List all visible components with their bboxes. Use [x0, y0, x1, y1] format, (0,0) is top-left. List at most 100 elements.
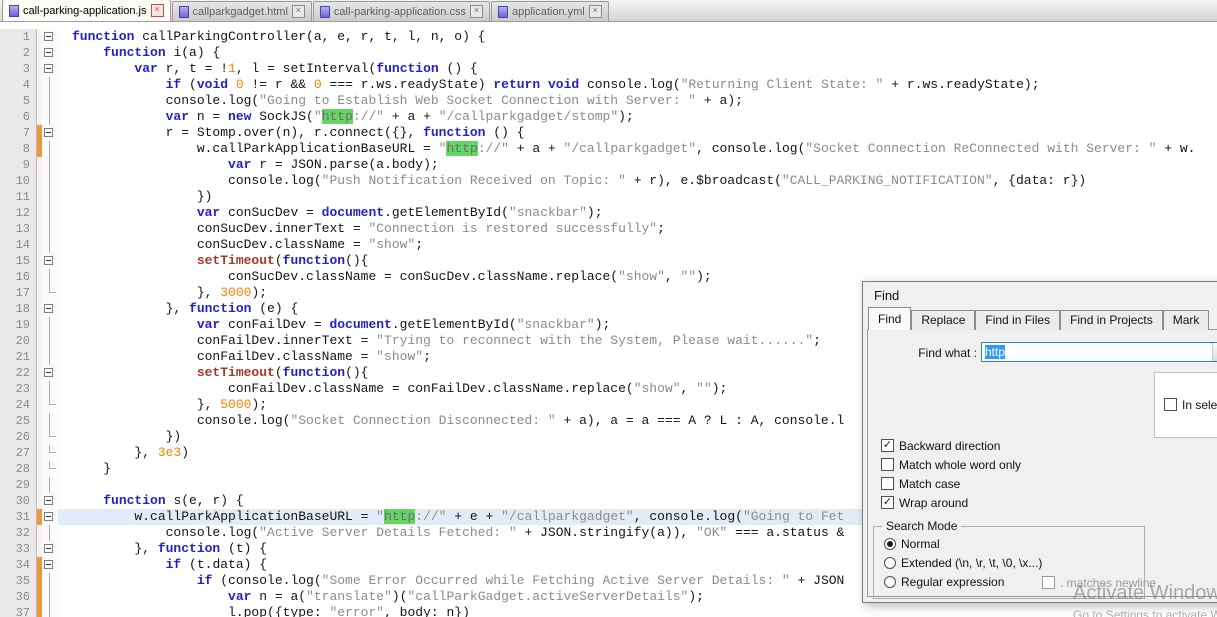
code-text[interactable]: var r = JSON.parse(a.body);	[58, 157, 1217, 173]
find-dialog-tab-mark[interactable]: Mark	[1163, 310, 1210, 330]
radio-button[interactable]	[884, 557, 896, 569]
code-text[interactable]: conSucDev.className = "show";	[58, 237, 1217, 253]
checkbox-box[interactable]	[881, 496, 894, 509]
find-dialog-title: Find	[874, 288, 899, 303]
file-tab-call-parking-application-css[interactable]: call-parking-application.css ×	[313, 1, 490, 21]
code-line-1[interactable]: 1 function callParkingController(a, e, r,…	[0, 29, 1217, 45]
fold-collapse-icon[interactable]	[42, 541, 58, 557]
fold-margin	[42, 461, 58, 477]
find-dialog-tab-replace[interactable]: Replace	[911, 310, 975, 330]
tab-label: call-parking-application.js	[23, 5, 147, 17]
code-text[interactable]: console.log("Push Notification Received …	[58, 173, 1217, 189]
line-number: 32	[0, 525, 36, 541]
checkbox-backward-direction[interactable]: Backward direction	[881, 438, 1000, 453]
code-text[interactable]: w.callParkApplicationBaseURL = "http://"…	[58, 141, 1217, 157]
code-text[interactable]: })	[58, 189, 1217, 205]
search-match-highlight: http	[322, 109, 353, 124]
radio-normal[interactable]: Normal	[884, 537, 940, 551]
fold-collapse-icon[interactable]	[42, 301, 58, 317]
code-text[interactable]: var r, t = !1, l = setInterval(function …	[58, 61, 1217, 77]
find-dialog-tab-strip: Find Replace Find in Files Find in Proje…	[868, 310, 1209, 330]
code-text[interactable]: r = Stomp.over(n), r.connect({}, functio…	[58, 125, 1217, 141]
code-line-10[interactable]: 10 console.log("Push Notification Receiv…	[0, 173, 1217, 189]
code-line-13[interactable]: 13 conSucDev.innerText = "Connection is …	[0, 221, 1217, 237]
code-line-2[interactable]: 2 function i(a) {	[0, 45, 1217, 61]
fold-collapse-icon[interactable]	[42, 365, 58, 381]
checkbox-box[interactable]	[1164, 398, 1177, 411]
code-text[interactable]: var conSucDev = document.getElementById(…	[58, 205, 1217, 221]
code-text[interactable]: function callParkingController(a, e, r, …	[58, 29, 1217, 45]
code-text[interactable]: setTimeout(function(){	[58, 253, 1217, 269]
line-number: 29	[0, 477, 36, 493]
file-tab-application-yml[interactable]: application.yml ×	[491, 1, 609, 21]
code-line-9[interactable]: 9 var r = JSON.parse(a.body);	[0, 157, 1217, 173]
code-line-14[interactable]: 14 conSucDev.className = "show";	[0, 237, 1217, 253]
code-line-5[interactable]: 5 console.log("Going to Establish Web So…	[0, 93, 1217, 109]
code-line-37[interactable]: 37 l.pop({type: "error", body: n})	[0, 605, 1217, 617]
find-dialog-tab-find-in-files[interactable]: Find in Files	[975, 310, 1060, 330]
checkbox-label: Backward direction	[899, 439, 1000, 453]
code-text[interactable]: if (void 0 != r && 0 === r.ws.readyState…	[58, 77, 1217, 93]
close-tab-icon[interactable]: ×	[292, 5, 305, 18]
fold-collapse-icon[interactable]	[42, 493, 58, 509]
code-text[interactable]: conSucDev.innerText = "Connection is res…	[58, 221, 1217, 237]
radio-extended[interactable]: Extended (\n, \r, \t, \0, \x...)	[884, 556, 1042, 570]
line-number: 2	[0, 45, 36, 61]
code-line-12[interactable]: 12 var conSucDev = document.getElementBy…	[0, 205, 1217, 221]
close-tab-icon[interactable]: ×	[470, 5, 483, 18]
line-number: 10	[0, 173, 36, 189]
combo-dropdown-icon[interactable]: ▼	[1212, 343, 1217, 361]
fold-margin	[42, 605, 58, 617]
fold-collapse-icon[interactable]	[42, 29, 58, 45]
fold-margin	[42, 413, 58, 429]
fold-margin	[42, 269, 58, 285]
radio-regular-expression[interactable]: Regular expression	[884, 575, 1004, 589]
checkbox-match-case[interactable]: Match case	[881, 476, 960, 491]
checkbox-wrap-around[interactable]: Wrap around	[881, 495, 968, 510]
fold-collapse-icon[interactable]	[42, 45, 58, 61]
code-line-15[interactable]: 15 setTimeout(function(){	[0, 253, 1217, 269]
close-tab-icon[interactable]: ×	[151, 4, 164, 17]
fold-collapse-icon[interactable]	[42, 557, 58, 573]
radio-button[interactable]	[884, 538, 896, 550]
fold-collapse-icon[interactable]	[42, 61, 58, 77]
code-text[interactable]: function i(a) {	[58, 45, 1217, 61]
line-number: 24	[0, 397, 36, 413]
fold-margin	[42, 93, 58, 109]
fold-margin	[42, 445, 58, 461]
code-line-4[interactable]: 4 if (void 0 != r && 0 === r.ws.readySta…	[0, 77, 1217, 93]
fold-margin	[42, 109, 58, 125]
fold-collapse-icon[interactable]	[42, 125, 58, 141]
fold-collapse-icon[interactable]	[42, 509, 58, 525]
checkbox-in-selection[interactable]: In selection	[1164, 397, 1217, 412]
code-line-11[interactable]: 11 })	[0, 189, 1217, 205]
code-text[interactable]: console.log("Going to Establish Web Sock…	[58, 93, 1217, 109]
code-line-7[interactable]: 7 r = Stomp.over(n), r.connect({}, funct…	[0, 125, 1217, 141]
fold-collapse-icon[interactable]	[42, 253, 58, 269]
code-text[interactable]: l.pop({type: "error", body: n})	[58, 605, 1217, 617]
code-line-8[interactable]: 8 w.callParkApplicationBaseURL = "http:/…	[0, 141, 1217, 157]
fold-margin	[42, 285, 58, 301]
file-tab-call-parking-application-js[interactable]: call-parking-application.js ×	[2, 0, 171, 21]
checkbox-box[interactable]	[881, 477, 894, 490]
find-dialog-tab-find-in-projects[interactable]: Find in Projects	[1060, 310, 1163, 330]
find-dialog-tab-find[interactable]: Find	[868, 307, 911, 330]
line-number: 8	[0, 141, 36, 157]
code-line-6[interactable]: 6 var n = new SockJS("http://" + a + "/c…	[0, 109, 1217, 125]
code-text[interactable]: var n = new SockJS("http://" + a + "/cal…	[58, 109, 1217, 125]
checkbox-box[interactable]	[881, 458, 894, 471]
tab-label: application.yml	[512, 6, 585, 18]
checkbox-match-whole-word[interactable]: Match whole word only	[881, 457, 1021, 472]
search-match-highlight: http	[446, 141, 477, 156]
fold-margin	[42, 349, 58, 365]
code-line-3[interactable]: 3 var r, t = !1, l = setInterval(functio…	[0, 61, 1217, 77]
find-dialog: Find Find Replace Find in Files Find in …	[862, 281, 1217, 603]
checkbox-box[interactable]	[881, 439, 894, 452]
file-tab-callparkgadget-html[interactable]: callparkgadget.html ×	[172, 1, 312, 21]
close-tab-icon[interactable]: ×	[589, 5, 602, 18]
radio-button[interactable]	[884, 576, 896, 588]
fold-margin	[42, 205, 58, 221]
find-what-input[interactable]: http ▼	[981, 342, 1217, 362]
line-number: 1	[0, 29, 36, 45]
line-number: 6	[0, 109, 36, 125]
